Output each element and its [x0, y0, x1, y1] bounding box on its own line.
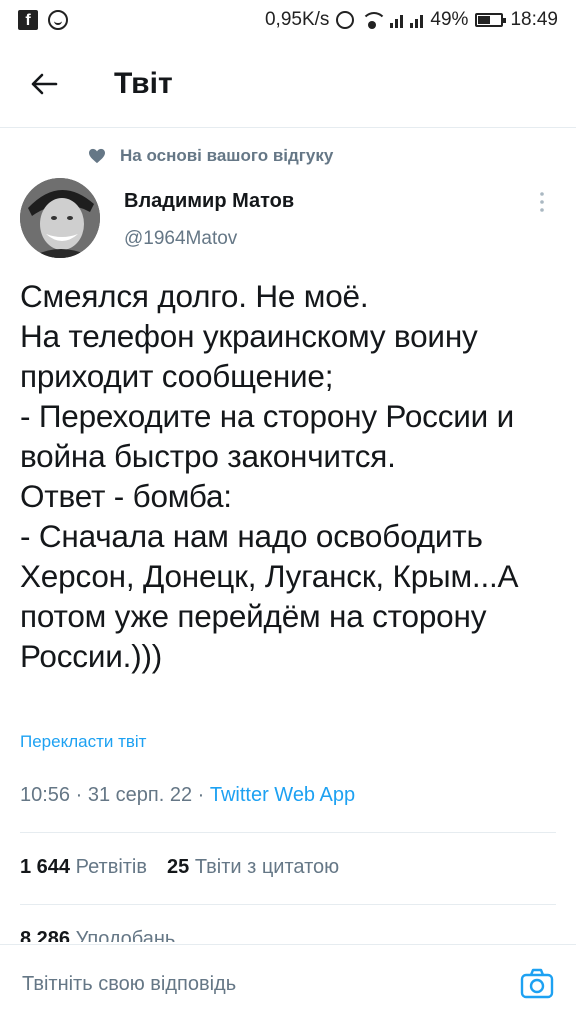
retweets-label: Ретвітів [75, 856, 148, 878]
quotes-stat[interactable]: 25 Твіти з цитатою [167, 856, 339, 879]
tweet-stats: 1 644 Ретвітів 25 Твіти з цитатою [20, 856, 339, 879]
avatar-image [20, 178, 100, 258]
quotes-label: Твіти з цитатою [194, 856, 340, 878]
wifi-icon [361, 12, 388, 29]
status-right: 0,95K/s 49% 18:49 [265, 9, 558, 31]
likes-count: 8 286 [20, 928, 71, 942]
clock: 18:49 [510, 9, 558, 30]
retweets-stat[interactable]: 1 644 Ретвітів [20, 856, 147, 879]
avatar[interactable] [20, 178, 100, 258]
heart-icon [89, 148, 105, 164]
likes-stat[interactable]: 8 286 Уподобань [20, 928, 175, 942]
status-left: f [18, 10, 68, 30]
back-arrow-icon [31, 73, 58, 94]
page-title: Твіт [114, 66, 173, 100]
likes-label: Уподобань [75, 928, 176, 942]
reply-input[interactable]: Твітніть свою відповідь [22, 973, 236, 996]
network-speed: 0,95K/s [264, 9, 330, 30]
more-options-icon[interactable] [538, 190, 546, 214]
translate-tweet-link[interactable]: Перекласти твіт [20, 732, 146, 752]
tweet-author[interactable]: Владимир Матов @1964Matov [20, 176, 556, 258]
alarm-icon [336, 11, 355, 29]
battery-percent: 49% [430, 9, 469, 30]
tweet-timestamp: 10:56 · 31 серп. 22 · [20, 784, 210, 806]
facebook-notification-icon: f [18, 10, 38, 30]
reply-bar: Твітніть свою відповідь [0, 944, 576, 1024]
tweet-text: Смеялся долго. Не моё. На телефон украин… [20, 278, 519, 674]
tweet-meta: 10:56 · 31 серп. 22 · Twitter Web App [20, 784, 355, 807]
signal-icon-2 [410, 12, 424, 28]
smiley-notification-icon [48, 10, 68, 30]
divider [20, 904, 556, 905]
back-button[interactable] [14, 54, 74, 114]
quotes-count: 25 [167, 856, 190, 878]
social-context-label: На основі вашого відгуку [120, 146, 334, 165]
social-context: На основі вашого відгуку [88, 146, 333, 166]
tweet-source-link[interactable]: Twitter Web App [210, 784, 355, 806]
app-header: Твіт [0, 40, 576, 128]
author-handle[interactable]: @1964Matov [124, 228, 237, 250]
divider [20, 832, 556, 833]
status-bar: f 0,95K/s 49% 18:49 [0, 0, 576, 40]
battery-icon [475, 13, 507, 27]
retweets-count: 1 644 [20, 856, 71, 878]
author-name[interactable]: Владимир Матов [124, 190, 294, 213]
signal-icon [390, 12, 404, 28]
camera-icon[interactable] [520, 967, 554, 1001]
